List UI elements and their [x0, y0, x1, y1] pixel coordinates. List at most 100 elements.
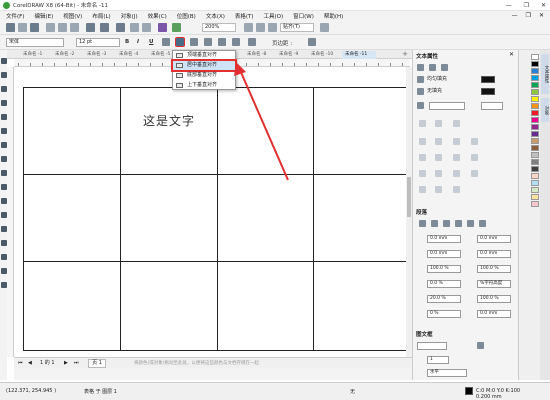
- paragraph-icon[interactable]: [429, 64, 436, 71]
- outline-style-select[interactable]: [481, 102, 503, 110]
- left-indent-field[interactable]: 0.0 mm: [427, 235, 461, 243]
- palette-swatch[interactable]: [531, 138, 539, 144]
- force-justify-icon[interactable]: [479, 220, 486, 227]
- align-top-option[interactable]: 顶端垂直对齐: [173, 51, 235, 60]
- search-content-icon[interactable]: [116, 23, 125, 32]
- text-direction-select[interactable]: 水平: [427, 369, 467, 377]
- character-icon[interactable]: [417, 64, 424, 71]
- vertical-align-icon[interactable]: [175, 37, 185, 47]
- outline-icon[interactable]: [417, 102, 424, 109]
- full-screen-icon[interactable]: [244, 23, 253, 32]
- opentype-icon-14[interactable]: [435, 186, 442, 193]
- font-size-select[interactable]: 12 pt: [76, 38, 120, 47]
- palette-swatch[interactable]: [531, 75, 539, 81]
- page-tab-1[interactable]: 页 1: [88, 359, 106, 368]
- pick-tool-icon[interactable]: [1, 58, 7, 64]
- opentype-icon-11[interactable]: [453, 170, 460, 177]
- opentype-icon-15[interactable]: [453, 186, 460, 193]
- menu-object[interactable]: 对象(J): [121, 12, 138, 20]
- restore-button[interactable]: ❐: [524, 2, 529, 9]
- export-icon[interactable]: [142, 23, 151, 32]
- cell-fill-icon[interactable]: [248, 38, 256, 46]
- background-fill-icon[interactable]: [417, 88, 424, 95]
- palette-swatch[interactable]: [531, 124, 539, 130]
- page-first-icon[interactable]: ⏮: [18, 359, 23, 367]
- palette-swatch[interactable]: [531, 89, 539, 95]
- palette-swatch[interactable]: [531, 152, 539, 158]
- menu-text[interactable]: 文本(X): [206, 12, 225, 20]
- right-indent-field[interactable]: 0.0 mm: [427, 250, 461, 258]
- opentype-icon-1[interactable]: [419, 138, 426, 145]
- cut-icon[interactable]: [46, 23, 55, 32]
- opentype-icon-8[interactable]: [471, 154, 478, 161]
- menu-effects[interactable]: 效果(C): [148, 12, 167, 20]
- frame-section-header[interactable]: 图文框: [416, 330, 433, 338]
- opentype-icon-4[interactable]: [471, 138, 478, 145]
- tab-doc-10[interactable]: 未命名 -10: [308, 51, 341, 59]
- palette-swatch[interactable]: [531, 54, 539, 60]
- opentype-icon-12[interactable]: [471, 170, 478, 177]
- tab-doc-1[interactable]: 未命名 -1: [20, 51, 51, 59]
- background-color-swatch[interactable]: [481, 88, 495, 95]
- merge-cells-icon[interactable]: [232, 38, 240, 46]
- palette-swatch[interactable]: [531, 180, 539, 186]
- italic-button[interactable]: I: [137, 39, 139, 45]
- background-fill-label[interactable]: 无填充: [427, 87, 442, 96]
- row-height-icon[interactable]: [218, 38, 226, 46]
- opentype-icon-7[interactable]: [453, 154, 460, 161]
- fill-color-swatch[interactable]: [481, 76, 495, 83]
- menu-help[interactable]: 帮助(H): [324, 12, 343, 20]
- outline-width-select[interactable]: [429, 102, 465, 110]
- menu-layout[interactable]: 布局(L): [92, 12, 110, 20]
- align-center-icon[interactable]: [443, 220, 450, 227]
- bold-button[interactable]: B: [125, 39, 129, 45]
- copy-icon[interactable]: [58, 23, 67, 32]
- menu-edit[interactable]: 编辑(E): [34, 12, 53, 20]
- corel-connect-icon[interactable]: [172, 23, 181, 32]
- word-spacing-field[interactable]: 20.0 %: [427, 295, 461, 303]
- minimize-button[interactable]: —: [506, 2, 512, 9]
- menu-file[interactable]: 文件(F): [6, 12, 24, 20]
- tab-doc-4[interactable]: 未命名 -4: [116, 51, 147, 59]
- opentype-icon-3[interactable]: [453, 138, 460, 145]
- text-direction-icon[interactable]: [190, 38, 198, 46]
- opentype-icon-2[interactable]: [435, 138, 442, 145]
- palette-swatch[interactable]: [531, 96, 539, 102]
- zoom-level-select[interactable]: 200%: [202, 23, 236, 32]
- publish-pdf-icon[interactable]: [158, 23, 167, 32]
- underline-button[interactable]: U: [149, 39, 153, 45]
- palette-swatch[interactable]: [531, 159, 539, 165]
- menu-window[interactable]: 窗口(W): [293, 12, 314, 20]
- space-after-field[interactable]: 100.0 %: [477, 265, 511, 273]
- palette-swatch[interactable]: [531, 145, 539, 151]
- new-document-icon[interactable]: [6, 23, 15, 32]
- close-button[interactable]: ✕: [541, 2, 546, 9]
- page-prev-icon[interactable]: ◀: [28, 359, 32, 367]
- first-line-indent-field[interactable]: 0.0 mm: [477, 235, 511, 243]
- tab-doc-2[interactable]: 未命名 -2: [52, 51, 83, 59]
- align-justify-option[interactable]: 上下垂直对齐: [173, 81, 235, 90]
- menu-tools[interactable]: 工具(O): [264, 12, 284, 20]
- menu-bitmaps[interactable]: 位图(B): [177, 12, 196, 20]
- page-last-icon[interactable]: ⏭: [74, 359, 79, 367]
- paste-icon[interactable]: [70, 23, 79, 32]
- spacing-unit-select[interactable]: %字符高度: [477, 280, 511, 288]
- doc-restore-button[interactable]: ❐: [526, 12, 531, 19]
- undo-icon[interactable]: [86, 23, 95, 32]
- palette-swatch[interactable]: [531, 82, 539, 88]
- paragraph-format-icon[interactable]: [162, 38, 170, 46]
- options-icon[interactable]: [320, 23, 329, 32]
- frame-text-icon[interactable]: [477, 342, 484, 349]
- opentype-icon-9[interactable]: [419, 170, 426, 177]
- space-extra-field[interactable]: 0.0 mm: [477, 310, 511, 318]
- align-bottom-option[interactable]: 底部垂直对齐: [173, 71, 235, 80]
- char-spacing-2-field[interactable]: 0 %: [427, 310, 461, 318]
- palette-swatch[interactable]: [531, 110, 539, 116]
- redo-icon[interactable]: [100, 23, 109, 32]
- open-icon[interactable]: [18, 23, 27, 32]
- docker-close-button[interactable]: ✕: [509, 51, 514, 58]
- language-spacing-field[interactable]: 100.0 %: [477, 295, 511, 303]
- align-right-icon[interactable]: [455, 220, 462, 227]
- paragraph-section-header[interactable]: 段落: [416, 208, 427, 216]
- palette-swatch[interactable]: [531, 103, 539, 109]
